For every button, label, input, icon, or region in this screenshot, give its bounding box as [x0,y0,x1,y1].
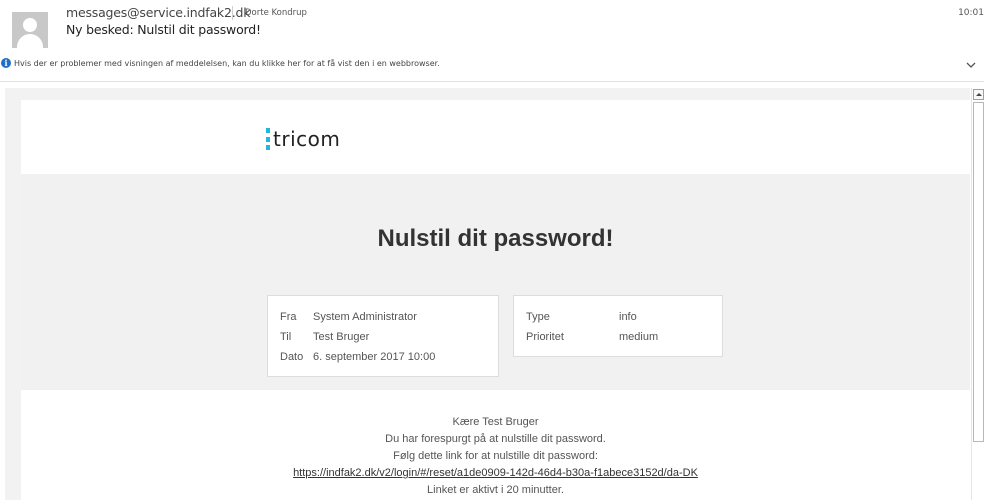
reset-link-row: https://indfak2.dk/v2/login/#/reset/a1de… [21,467,970,479]
meta-key: Til [280,331,292,343]
greeting: Kære Test Bruger [452,416,539,428]
message-subject: Ny besked: Nulstil dit password! [66,22,261,37]
scroll-thumb[interactable] [973,102,984,442]
recipient-name[interactable]: Dorte Kondrup [245,8,307,18]
meta-box-sender: Fra System Administrator Til Test Bruger… [267,295,499,377]
scroll-up-icon[interactable] [973,89,984,100]
chevron-down-icon[interactable] [966,60,976,70]
meta-value: info [619,311,637,323]
meta-key: Type [526,311,550,323]
info-bar-text[interactable]: Hvis der er problemer med visningen af m… [14,59,440,68]
info-bar[interactable]: i Hvis der er problemer med visningen af… [1,58,440,68]
person-avatar-icon[interactable] [12,12,48,48]
message-time: 10:01 [958,8,984,18]
meta-key: Dato [280,351,304,363]
message-body-viewport: tricom Nulstil dit password! Fra System … [5,88,970,500]
vertical-scrollbar[interactable] [971,88,984,500]
sender-address[interactable]: messages@service.indfak2.dk [66,5,250,20]
logo-band: tricom [21,100,970,174]
logo-text: tricom [273,127,341,151]
body-line-1: Du har forespurgt på at nulstille dit pa… [385,433,606,445]
meta-key: Prioritet [526,331,564,343]
meta-box-type: Type info Prioritet medium [513,295,723,357]
tricom-logo: tricom [266,127,340,151]
email-title: Nulstil dit password! [377,225,614,252]
info-icon: i [1,58,11,68]
meta-value: System Administrator [313,311,417,323]
email-content: tricom Nulstil dit password! Fra System … [21,100,970,500]
meta-key: Fra [280,311,297,323]
message-text-box: Kære Test Bruger Du har forespurgt på at… [21,390,970,500]
body-line-3: Linket er aktivt i 20 minutter. [427,484,564,496]
meta-value: 6. september 2017 10:00 [313,351,436,363]
meta-value: medium [619,331,659,343]
header-divider [232,6,233,20]
logo-mark-icon [266,128,270,150]
body-line-2: Følg dette link for at nulstille dit pas… [393,450,598,462]
message-header: messages@service.indfak2.dk Dorte Kondru… [0,0,984,82]
meta-value: Test Bruger [313,331,370,343]
reset-password-link[interactable]: https://indfak2.dk/v2/login/#/reset/a1de… [293,467,698,479]
